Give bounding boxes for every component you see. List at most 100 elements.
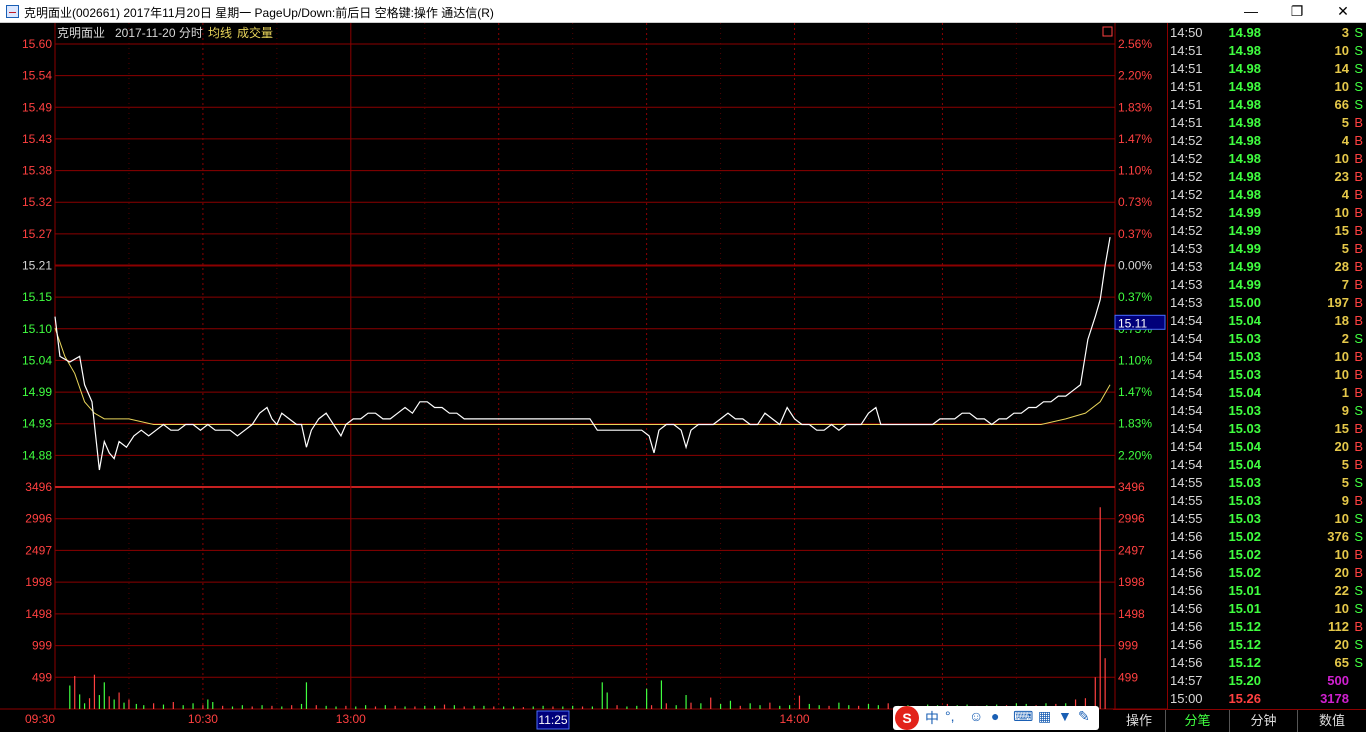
tick-direction: S: [1354, 583, 1363, 598]
pct-axis-label: 0.73%: [1118, 195, 1152, 209]
tick-time: 14:57: [1170, 673, 1203, 688]
tick-direction: B: [1354, 439, 1363, 454]
tick-volume: 5: [1341, 115, 1349, 130]
tick-price: 14.98: [1228, 169, 1261, 184]
tick-volume: 7: [1341, 277, 1349, 292]
tick-direction: B: [1354, 457, 1363, 472]
tick-volume: 18: [1334, 313, 1349, 328]
volume-axis-label: 999: [32, 639, 52, 653]
mic-icon[interactable]: ●: [991, 708, 999, 724]
tick-direction: S: [1354, 529, 1363, 544]
tick-row: 14:56 15.02 10 B: [1168, 546, 1366, 564]
tick-direction: B: [1354, 565, 1363, 580]
tick-price: 15.12: [1228, 655, 1261, 670]
tick-volume: 4: [1341, 187, 1349, 202]
cursor-price-label: 15.11: [1118, 316, 1147, 330]
pct-axis-label: 2.56%: [1118, 37, 1152, 51]
volume-axis-label: 3496: [25, 480, 52, 494]
volume-axis-label-right: 3496: [1118, 480, 1145, 494]
ime-toolbar[interactable]: S 中 °, ☺ ● ⌨ ▦ ▼ ✎: [893, 706, 1099, 730]
ime-lang[interactable]: 中: [925, 708, 939, 728]
tick-price: 15.03: [1228, 331, 1261, 346]
tick-direction: B: [1354, 277, 1363, 292]
tick-volume: 10: [1334, 547, 1349, 562]
tick-time: 14:51: [1170, 97, 1203, 112]
restore-button[interactable]: ❐: [1274, 0, 1320, 23]
tick-row: 14:53 14.99 5 B: [1168, 240, 1366, 258]
keyboard-icon[interactable]: ⌨: [1013, 708, 1033, 725]
sogou-logo[interactable]: S: [895, 706, 919, 730]
tick-price: 15.03: [1228, 421, 1261, 436]
tick-row: 14:51 14.98 5 B: [1168, 114, 1366, 132]
app-icon: [6, 5, 19, 18]
tick-time: 14:56: [1170, 529, 1203, 544]
pct-axis-label: 1.10%: [1118, 353, 1152, 367]
tick-row: 14:53 14.99 28 B: [1168, 258, 1366, 276]
tab-operation[interactable]: 操作: [1113, 710, 1165, 732]
price-axis-label: 15.32: [22, 195, 52, 209]
price-axis-label: 15.54: [22, 69, 52, 83]
tick-row: 14:56 15.02 20 B: [1168, 564, 1366, 582]
tick-time: 14:56: [1170, 601, 1203, 616]
pct-axis-label: 1.47%: [1118, 385, 1152, 399]
chart-date-mode: 2017-11-20 分时: [115, 26, 203, 40]
tick-volume: 28: [1334, 259, 1349, 274]
tick-list-panel[interactable]: 14:50 14.98 3 S 14:51 14.98 10 S 14:51 14.98 14 S 14…: [1167, 23, 1366, 709]
tab-values[interactable]: 数值: [1297, 710, 1366, 732]
volume-axis-label-right: 1998: [1118, 575, 1145, 589]
tick-price: 15.02: [1228, 547, 1261, 562]
tick-time: 14:52: [1170, 187, 1203, 202]
tick-direction: B: [1354, 547, 1363, 562]
tick-row: 14:51 14.98 66 S: [1168, 96, 1366, 114]
price-axis-label: 15.15: [22, 290, 52, 304]
tick-row: 14:54 15.03 15 B: [1168, 420, 1366, 438]
tick-price: 14.98: [1228, 79, 1261, 94]
window-title: 克明面业(002661) 2017年11月20日 星期一 PageUp/Down…: [24, 6, 494, 20]
tick-time: 14:52: [1170, 223, 1203, 238]
intraday-chart[interactable]: 克明面业 2017-11-20 分时 均线 成交量 15.60 2.56% 15.54 2.2…: [0, 23, 1167, 731]
tick-volume: 5: [1341, 457, 1349, 472]
price-line: [54, 236, 1111, 471]
close-button[interactable]: ✕: [1320, 0, 1366, 23]
tick-price: 15.12: [1228, 619, 1261, 634]
tab-ticks[interactable]: 分笔: [1165, 710, 1229, 732]
ime-punct[interactable]: °,: [945, 708, 955, 724]
smile-icon[interactable]: ☺: [969, 708, 983, 724]
tick-direction: S: [1354, 79, 1363, 94]
tick-direction: B: [1354, 169, 1363, 184]
tick-price: 14.98: [1228, 25, 1261, 40]
tick-direction: B: [1354, 313, 1363, 328]
tick-volume: 10: [1334, 367, 1349, 382]
price-axis-label: 15.10: [22, 322, 52, 336]
tick-time: 14:54: [1170, 457, 1203, 472]
tick-volume: 9: [1341, 493, 1349, 508]
tick-volume: 23: [1334, 169, 1349, 184]
price-axis-label: 15.43: [22, 132, 52, 146]
title-bar: 克明面业(002661) 2017年11月20日 星期一 PageUp/Down…: [0, 0, 1366, 23]
tick-volume: 376: [1327, 529, 1349, 544]
tick-price: 15.02: [1228, 565, 1261, 580]
tick-row: 14:56 15.01 22 S: [1168, 582, 1366, 600]
tick-price: 15.04: [1228, 385, 1261, 400]
tick-direction: B: [1354, 367, 1363, 382]
tick-time: 14:52: [1170, 151, 1203, 166]
tick-price: 14.98: [1228, 43, 1261, 58]
wrench-icon[interactable]: ✎: [1078, 708, 1090, 725]
tick-price: 14.99: [1228, 241, 1261, 256]
grid-icon[interactable]: ▦: [1038, 708, 1051, 725]
tick-time: 14:53: [1170, 295, 1203, 310]
minimize-button[interactable]: —: [1228, 0, 1274, 23]
square-icon: [1102, 26, 1113, 37]
tick-row: 15:00 15.26 3178: [1168, 690, 1366, 708]
volume-axis-label: 499: [32, 670, 52, 684]
tick-direction: B: [1354, 241, 1363, 256]
tick-price: 15.04: [1228, 313, 1261, 328]
tick-row: 14:53 15.00 197 B: [1168, 294, 1366, 312]
tick-row: 14:56 15.12 112 B: [1168, 618, 1366, 636]
tab-minutes[interactable]: 分钟: [1229, 710, 1297, 732]
volume-axis-label-right: 1498: [1118, 607, 1145, 621]
shirt-icon[interactable]: ▼: [1058, 708, 1072, 724]
tick-row: 14:50 14.98 3 S: [1168, 24, 1366, 42]
tick-direction: B: [1354, 259, 1363, 274]
tick-time: 14:52: [1170, 169, 1203, 184]
